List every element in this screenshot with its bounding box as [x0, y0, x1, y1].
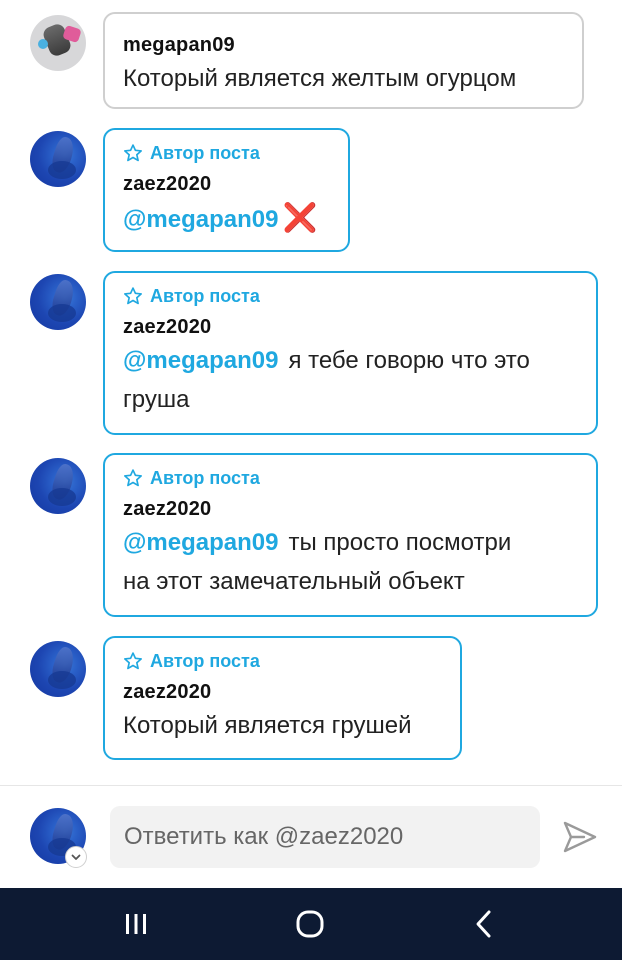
mention-link[interactable]: @megapan09: [123, 206, 278, 233]
system-navigation-bar: [0, 888, 622, 960]
comment-text: @megapan09 ❌: [123, 198, 330, 239]
author-tag: Автор поста: [123, 285, 578, 307]
comment-text-line2: на этот замечательный объект: [123, 568, 465, 595]
mention-link[interactable]: @megapan09: [123, 529, 278, 556]
star-outline-icon: [124, 652, 142, 670]
comment-username[interactable]: zaez2020: [123, 316, 578, 339]
comment-username[interactable]: zaez2020: [123, 498, 578, 521]
comment-text: Который является грушей: [123, 712, 412, 739]
home-icon[interactable]: [290, 906, 330, 942]
mention-link[interactable]: @megapan09: [123, 347, 278, 374]
star-outline-icon: [124, 469, 142, 487]
comment-bubble[interactable]: Автор поста zaez2020 @megapan09 ❌: [103, 128, 350, 252]
avatar-megapan09[interactable]: [30, 15, 86, 71]
author-tag: Автор поста: [123, 650, 442, 672]
comment-username[interactable]: zaez2020: [123, 173, 330, 196]
author-tag-label: Автор поста: [150, 142, 260, 163]
avatar-zaez2020[interactable]: [30, 458, 86, 514]
author-tag-label: Автор поста: [150, 285, 260, 306]
account-switch-badge[interactable]: [65, 846, 87, 868]
recent-apps-icon[interactable]: [116, 906, 156, 942]
avatar-zaez2020[interactable]: [30, 274, 86, 330]
avatar-zaez2020[interactable]: [30, 641, 86, 697]
comment-username[interactable]: megapan09: [123, 34, 564, 57]
send-arrow-icon[interactable]: [562, 820, 598, 854]
reply-input[interactable]: Ответить как @zaez2020: [110, 806, 540, 868]
author-tag: Автор поста: [123, 467, 578, 489]
comment-text-line1: я тебе говорю что это: [288, 347, 530, 374]
comment-bubble[interactable]: Автор поста zaez2020 @megapan09 я тебе го…: [103, 271, 598, 435]
star-outline-icon: [124, 287, 142, 305]
chevron-down-icon: [71, 854, 81, 860]
author-tag: Автор поста: [123, 142, 330, 164]
back-icon[interactable]: [464, 906, 504, 942]
comment-username[interactable]: zaez2020: [123, 681, 442, 704]
comment-bubble[interactable]: Автор поста zaez2020 Который является гр…: [103, 636, 462, 760]
red-cross-mark-icon: ❌: [282, 202, 318, 233]
author-tag-label: Автор поста: [150, 467, 260, 488]
comment-bubble[interactable]: Автор поста zaez2020 @megapan09 ты просто…: [103, 453, 598, 617]
comment-text-line2: груша: [123, 386, 190, 413]
author-tag-label: Автор поста: [150, 650, 260, 671]
comment-text: @megapan09 я тебе говорю что это груша: [123, 341, 578, 419]
avatar-zaez2020[interactable]: [30, 131, 86, 187]
comment-text: Который является желтым огурцом: [123, 65, 517, 92]
reply-bar: Ответить как @zaez2020: [0, 786, 622, 888]
comment-text-line1: ты просто посмотри: [288, 529, 512, 556]
comment-bubble[interactable]: megapan09 Который является желтым огурцо…: [103, 12, 584, 109]
star-outline-icon: [124, 144, 142, 162]
comment-text: @megapan09 ты просто посмотри на этот зам…: [123, 523, 578, 601]
